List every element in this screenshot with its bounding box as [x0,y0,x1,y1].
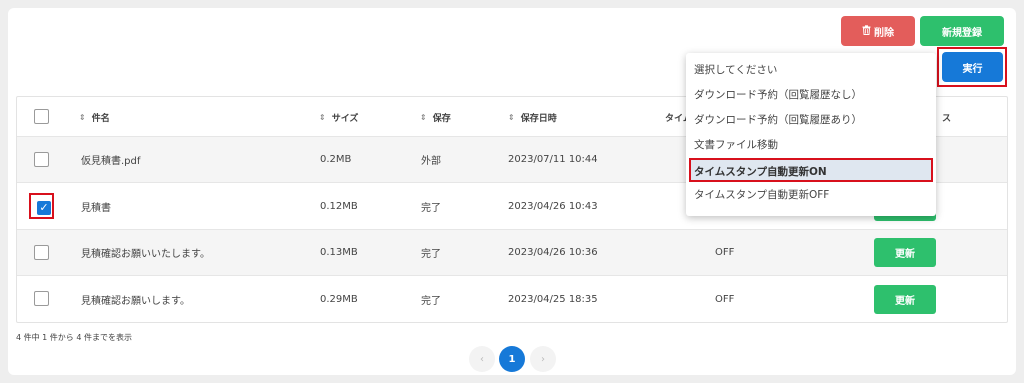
table-row[interactable]: 見積確認お願いいたします。 0.13MB 完了 2023/04/26 10:36… [17,230,1007,276]
row-saved-date: 2023/04/26 10:36 [508,247,598,258]
row-storage: 完了 [421,295,441,307]
dropdown-option[interactable]: 選択してください [694,62,777,77]
dropdown-option[interactable]: ダウンロード予約（回覧履歴あり） [694,112,862,127]
dropdown-option[interactable]: タイムスタンプ自動更新OFF [694,187,829,202]
row-checkbox-checked[interactable]: ✓ [37,201,51,215]
sort-icon: ⇕ [319,112,326,122]
header-storage[interactable]: ⇕ 保存 [420,97,451,137]
table-row[interactable]: 見積確認お願いします。 0.29MB 完了 2023/04/25 18:35 O… [17,276,1007,322]
pagination-page-1[interactable]: 1 [499,346,525,372]
sort-icon: ⇕ [79,112,86,122]
header-status[interactable]: ス [942,97,951,137]
dropdown-option[interactable]: 文書ファイル移動 [694,137,778,152]
row-subject[interactable]: 見積確認お願いいたします。 [81,230,210,275]
row-size: 0.12MB [320,200,358,212]
row-storage: 外部 [421,156,441,167]
row-checkbox[interactable] [34,291,49,306]
row-storage: 完了 [421,249,441,260]
select-all-checkbox[interactable] [34,108,49,124]
dropdown-option[interactable]: ダウンロード予約（回覧履歴なし） [694,87,862,102]
new-register-button[interactable]: 新規登録 [920,16,1004,46]
row-timestamp: OFF [715,247,735,258]
result-summary: 4 件中 1 件から 4 件までを表示 [16,333,132,342]
row-saved-date: 2023/04/25 18:35 [508,293,598,305]
row-subject[interactable]: 見積確認お願いします。 [81,276,190,322]
action-dropdown-menu[interactable]: 選択してください ダウンロード予約（回覧履歴なし） ダウンロード予約（回覧履歴あ… [686,53,936,216]
header-size[interactable]: ⇕ サイズ [319,97,358,137]
sort-icon: ⇕ [508,112,515,122]
main-card: 削除 新規登録 実行 ⇕ 件名 ⇕ サイズ ⇕ 保存 ⇕ 保存日時 タイム ス 仮見積書… [8,8,1016,375]
sort-icon: ⇕ [420,112,427,122]
dropdown-option-selected[interactable]: タイムスタンプ自動更新ON [689,158,933,182]
header-saved-date[interactable]: ⇕ 保存日時 [508,97,557,137]
row-saved-date: 2023/07/11 10:44 [508,154,598,165]
row-size: 0.29MB [320,293,358,305]
delete-button-label: 削除 [874,27,894,39]
pagination-prev[interactable]: ‹ [469,346,495,372]
row-timestamp: OFF [715,293,735,305]
update-button[interactable]: 更新 [874,285,936,314]
row-subject[interactable]: 仮見積書.pdf [81,137,140,182]
update-button[interactable]: 更新 [874,238,936,267]
checkbox-highlight-frame: ✓ [29,193,54,219]
row-storage: 完了 [421,202,441,214]
row-checkbox[interactable] [34,244,49,260]
trash-icon [862,24,871,38]
row-saved-date: 2023/04/26 10:43 [508,200,598,212]
row-subject[interactable]: 見積書 [81,183,111,229]
pagination-next[interactable]: › [530,346,556,372]
execute-button[interactable]: 実行 [942,52,1003,82]
delete-button[interactable]: 削除 [841,16,915,46]
row-checkbox[interactable] [34,151,49,167]
row-size: 0.2MB [320,154,352,165]
row-size: 0.13MB [320,247,358,258]
header-subject[interactable]: ⇕ 件名 [79,97,110,137]
